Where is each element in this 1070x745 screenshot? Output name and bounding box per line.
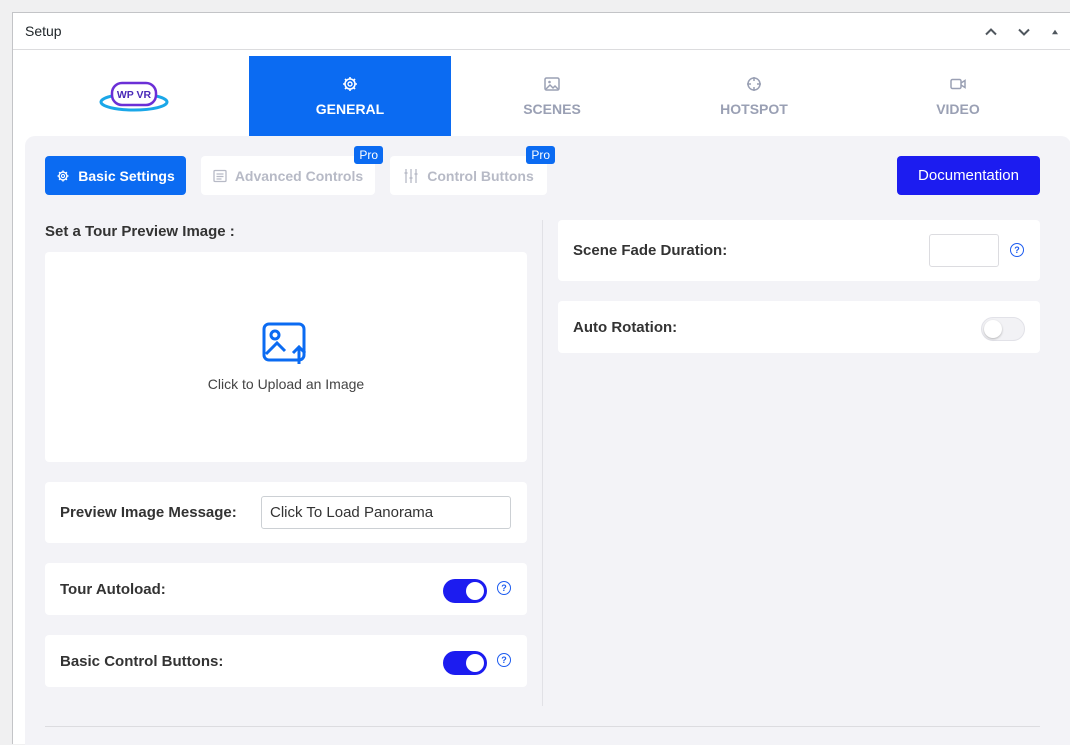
panel-header: Setup	[13, 13, 1070, 50]
tab-scenes-label: SCENES	[523, 101, 581, 117]
toggle-knob	[984, 320, 1002, 338]
preview-message-label: Preview Image Message:	[60, 504, 237, 521]
chevron-up-icon	[984, 27, 997, 35]
tab-video-label: VIDEO	[936, 101, 980, 117]
image-icon	[544, 77, 560, 91]
tab-general-label: GENERAL	[315, 101, 385, 117]
tour-autoload-label: Tour Autoload:	[60, 580, 166, 598]
tab-general[interactable]: GENERAL	[249, 56, 451, 136]
crosshair-icon	[747, 77, 761, 91]
basic-control-buttons-row: Basic Control Buttons: ?	[45, 635, 527, 687]
upload-image-area[interactable]: Click to Upload an Image	[45, 252, 527, 462]
sliders-icon	[404, 168, 418, 183]
list-icon	[213, 169, 227, 182]
auto-rotation-row: Auto Rotation:	[558, 301, 1040, 353]
collapse-panel-button[interactable]	[1040, 13, 1070, 50]
logo-text: WP VR	[117, 89, 152, 101]
scene-fade-duration-row: Scene Fade Duration: ?	[558, 220, 1040, 281]
toggle-knob	[466, 654, 484, 672]
image-upload-icon	[262, 322, 307, 364]
basic-settings-button[interactable]: Basic Settings	[45, 156, 186, 195]
auto-rotation-label: Auto Rotation:	[573, 318, 678, 336]
tab-hotspot-label: HOTSPOT	[720, 101, 788, 117]
help-icon[interactable]: ?	[497, 581, 511, 595]
panel-title: Setup	[25, 23, 62, 39]
tab-scenes[interactable]: SCENES	[451, 56, 653, 136]
main-tabs: WP VR GENERAL SCENES HOTSPOT VIDEO	[13, 56, 1070, 136]
basic-control-buttons-toggle[interactable]	[443, 651, 487, 675]
pro-badge: Pro	[354, 146, 383, 164]
gear-icon	[57, 170, 69, 181]
gear-icon	[343, 77, 357, 91]
help-icon[interactable]: ?	[1010, 243, 1024, 257]
advanced-controls-button[interactable]: Advanced Controls Pro	[201, 146, 383, 195]
caret-up-icon	[1052, 29, 1058, 34]
preview-message-input[interactable]	[261, 496, 511, 529]
pro-badge: Pro	[526, 146, 555, 164]
scene-fade-duration-input[interactable]	[929, 234, 999, 267]
toggle-knob	[466, 582, 484, 600]
control-buttons-button[interactable]: Control Buttons Pro	[390, 146, 555, 195]
help-icon[interactable]: ?	[497, 653, 511, 667]
advanced-controls-label: Advanced Controls	[234, 167, 364, 184]
wpvr-logo: WP VR	[98, 78, 170, 114]
scene-fade-duration-label: Scene Fade Duration:	[573, 242, 728, 259]
control-buttons-label: Control Buttons	[427, 167, 534, 184]
basic-control-buttons-label: Basic Control Buttons:	[60, 652, 224, 670]
tour-autoload-row: Tour Autoload: ?	[45, 563, 527, 615]
preview-message-row: Preview Image Message:	[45, 482, 527, 543]
panel-header-controls	[974, 13, 1070, 50]
column-divider	[542, 220, 543, 706]
tour-preview-image-label: Set a Tour Preview Image :	[45, 223, 235, 240]
auto-rotation-toggle[interactable]	[981, 317, 1025, 341]
tab-video[interactable]: VIDEO	[857, 56, 1059, 136]
section-divider	[45, 726, 1040, 727]
documentation-button[interactable]: Documentation	[897, 156, 1040, 195]
chevron-down-icon	[1017, 28, 1030, 36]
move-up-button[interactable]	[974, 13, 1007, 50]
setup-panel: Setup WP VR GENERAL SCENES HOTSPOT VIDEO…	[12, 12, 1070, 745]
basic-settings-label: Basic Settings	[78, 167, 175, 184]
tour-autoload-toggle[interactable]	[443, 579, 487, 603]
general-settings-content: Basic Settings Advanced Controls Pro Con…	[25, 136, 1070, 745]
video-camera-icon	[950, 78, 966, 90]
move-down-button[interactable]	[1007, 13, 1040, 50]
upload-text: Click to Upload an Image	[207, 376, 365, 392]
tab-hotspot[interactable]: HOTSPOT	[653, 56, 855, 136]
